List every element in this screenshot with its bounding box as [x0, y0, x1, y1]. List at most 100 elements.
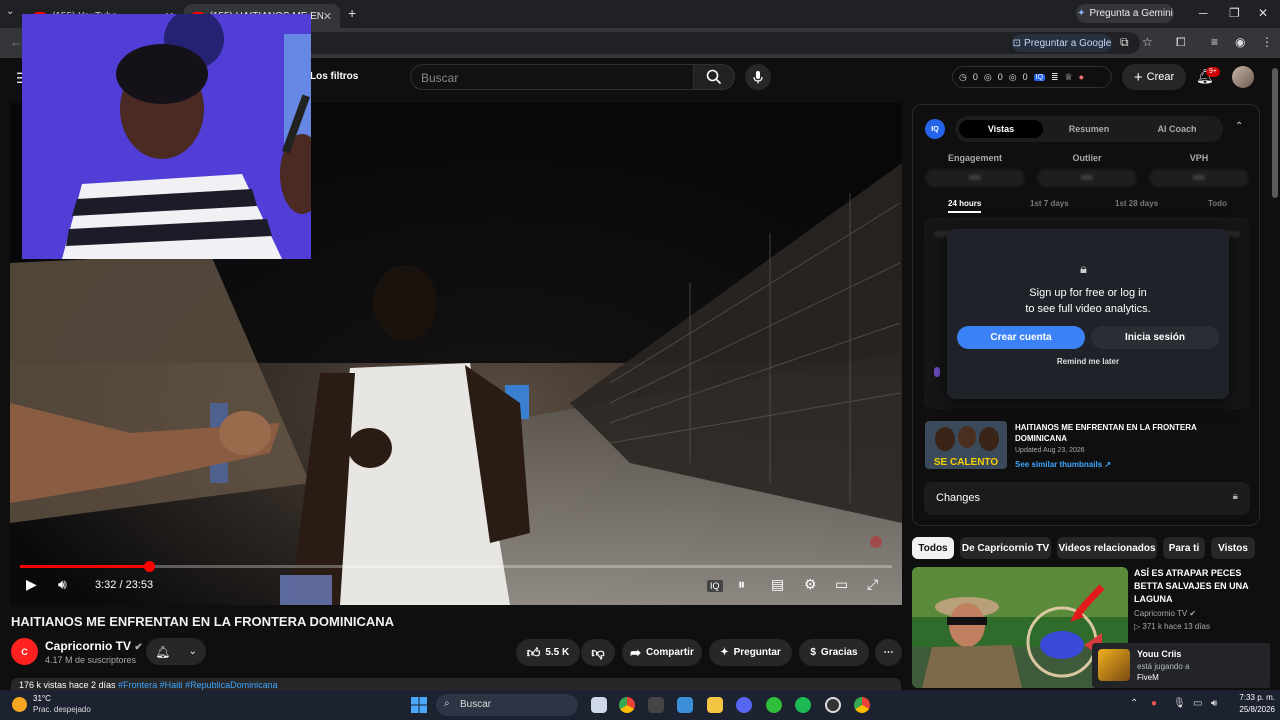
changes-label: Changes [936, 492, 981, 504]
minimize-icon[interactable]: ─ [1199, 6, 1208, 20]
taskbar-search[interactable]: ⌕ Buscar [436, 694, 578, 716]
notification-username: Youu Criis [1137, 649, 1182, 659]
page-scrollbar[interactable] [1270, 58, 1280, 690]
chip-para-ti[interactable]: Para ti [1163, 537, 1205, 559]
subscriber-count: 4.17 M de suscriptores [45, 655, 137, 665]
reading-list-icon[interactable]: ≡ [1211, 35, 1218, 49]
range-28-days[interactable]: 1st 28 days [1115, 199, 1158, 208]
alert-icon: ● [1078, 72, 1085, 82]
analytics-panel: IQ Vistas Resumen AI Coach ⌃ Engagement … [912, 104, 1260, 526]
clock-date[interactable]: 25/8/2026 [1229, 705, 1275, 714]
chip-channel[interactable]: De Capricornio TV [960, 537, 1051, 559]
progress-scrubber[interactable] [144, 561, 156, 572]
dislike-button[interactable]: 👎︎ [581, 639, 615, 666]
related-channel[interactable]: Capricornio TV ✔ [1134, 609, 1196, 618]
create-button[interactable]: + Crear [1122, 64, 1186, 90]
search-icon: ⌕ [444, 698, 450, 709]
changes-section[interactable]: Changes 🔒︎ [924, 482, 1250, 515]
channel-name-text: Capricornio TV [45, 639, 132, 653]
metric-vph-label: VPH [1189, 153, 1209, 163]
close-tab-icon[interactable]: ✕ [323, 10, 332, 23]
tab-ai-coach[interactable]: AI Coach [1135, 120, 1219, 138]
windows-start-icon[interactable] [411, 697, 427, 713]
iq-player-icon[interactable]: IQ [707, 580, 723, 592]
thanks-button[interactable]: $ Gracias [799, 639, 869, 666]
tray-chevron-icon[interactable]: ⌃ [1130, 698, 1138, 709]
share-button[interactable]: ➦ Compartir [622, 639, 702, 666]
bookmark-star-icon[interactable]: ☆ [1142, 35, 1153, 49]
hashtags[interactable]: #Frontera #Haiti #RepublicaDominicana [118, 680, 278, 690]
iq-icon: IQ [1033, 73, 1046, 81]
discord-icon[interactable] [736, 697, 752, 713]
collapse-chevron-icon[interactable]: ⌃ [1235, 121, 1243, 132]
similar-thumbnails-link[interactable]: See similar thumbnails ↗ [1015, 460, 1111, 469]
search-button[interactable] [693, 64, 735, 90]
tray-app-icon[interactable]: ● [1151, 698, 1157, 709]
range-all[interactable]: Todo [1208, 199, 1227, 208]
spotify-icon[interactable] [795, 697, 811, 713]
create-account-button[interactable]: Crear cuenta [957, 326, 1085, 349]
volume-tray-icon[interactable]: 🔊︎ [1211, 698, 1217, 709]
ask-button[interactable]: ✦ Preguntar [709, 639, 792, 666]
install-icon[interactable]: ⧉ [1120, 35, 1129, 50]
chrome-active-icon[interactable] [854, 697, 870, 713]
range-7-days[interactable]: 1st 7 days [1030, 199, 1069, 208]
settings-gear-icon[interactable]: ⚙ [804, 576, 817, 593]
progress-bar[interactable] [20, 561, 892, 572]
voice-search-button[interactable] [745, 64, 771, 90]
file-explorer-icon[interactable] [707, 697, 723, 713]
like-button[interactable]: 👍︎ 5.5 K [516, 639, 580, 666]
app-icon[interactable] [648, 697, 664, 713]
taskview-icon[interactable] [591, 697, 607, 713]
range-24-hours[interactable]: 24 hours [948, 199, 982, 213]
close-window-icon[interactable]: ✕ [1258, 6, 1268, 20]
weather-sun-icon[interactable] [12, 697, 27, 712]
autoplay-toggle-icon[interactable]: ⏸ [738, 576, 745, 593]
share-arrow-icon: ➦ [630, 644, 642, 660]
activity-notification[interactable]: Youu Criis está jugando a FiveM [1092, 643, 1272, 688]
obs-icon[interactable] [825, 697, 841, 713]
chrome-icon[interactable] [619, 697, 635, 713]
login-button[interactable]: Inicia sesión [1091, 326, 1219, 349]
new-tab-button[interactable]: + [348, 5, 356, 21]
trophy-icon: ♕ [1064, 71, 1073, 82]
filters-label[interactable]: Los filtros [310, 71, 358, 82]
volume-icon[interactable]: 🔊︎ [58, 576, 67, 593]
tab-resumen[interactable]: Resumen [1047, 120, 1131, 138]
ask-google-button[interactable]: ⊡ Preguntar a Google [1012, 34, 1112, 52]
user-avatar[interactable] [1232, 66, 1254, 88]
extensions-icon[interactable]: ⧠ [1176, 35, 1186, 50]
network-icon[interactable]: ▭ [1193, 698, 1202, 709]
channel-name[interactable]: Capricornio TV ✔ [45, 639, 143, 653]
tab-vistas[interactable]: Vistas [959, 120, 1043, 138]
photos-icon[interactable] [677, 697, 693, 713]
subtitles-icon[interactable]: ▤ [771, 576, 784, 593]
menu-dots-icon[interactable]: ⋮ [1261, 35, 1273, 49]
fullscreen-icon[interactable]: ⤢ [867, 576, 878, 593]
xbox-icon[interactable] [766, 697, 782, 713]
play-icon[interactable]: ▶ [26, 576, 37, 593]
subscription-bell-button[interactable]: 🔔︎ ⌄ [146, 638, 206, 665]
scrollbar-thumb[interactable] [1272, 68, 1278, 198]
description-summary[interactable]: 176 k vistas hace 2 días #Frontera #Hait… [11, 678, 901, 690]
profile-icon[interactable]: ◉ [1235, 35, 1245, 49]
chip-related[interactable]: Videos relacionados [1057, 537, 1157, 559]
gemini-button[interactable]: ✦ Pregunta a Gemini [1076, 4, 1174, 23]
like-count: 5.5 K [545, 647, 570, 658]
remind-later-link[interactable]: Remind me later [947, 357, 1229, 366]
stat-value: 0 [997, 72, 1003, 82]
tab-list-chevron-icon[interactable]: ⌄ [6, 6, 14, 17]
microphone-tray-icon[interactable]: 🎙︎ [1173, 698, 1186, 709]
related-video-title[interactable]: ASÍ ES ATRAPAR PECES BETTA SALVAJES EN U… [1134, 567, 1264, 606]
extension-stats-pill[interactable]: ◷ 0 ◎ 0 ◎ 0 IQ ≣ ♕ ● [952, 66, 1112, 88]
chip-vistos[interactable]: Vistos [1211, 537, 1255, 559]
channel-avatar[interactable]: C [11, 638, 38, 665]
clock-time[interactable]: 7:33 p. m. [1229, 693, 1275, 702]
maximize-icon[interactable]: ❐ [1229, 6, 1240, 20]
theater-mode-icon[interactable]: ▭ [835, 576, 848, 593]
chip-todos[interactable]: Todos [912, 537, 954, 559]
video-thumbnail-mini[interactable]: SE CALENTO [925, 421, 1007, 469]
more-actions-button[interactable]: ⋯ [875, 639, 902, 666]
search-input[interactable]: Buscar [410, 64, 694, 90]
back-icon[interactable]: ← [10, 35, 22, 49]
